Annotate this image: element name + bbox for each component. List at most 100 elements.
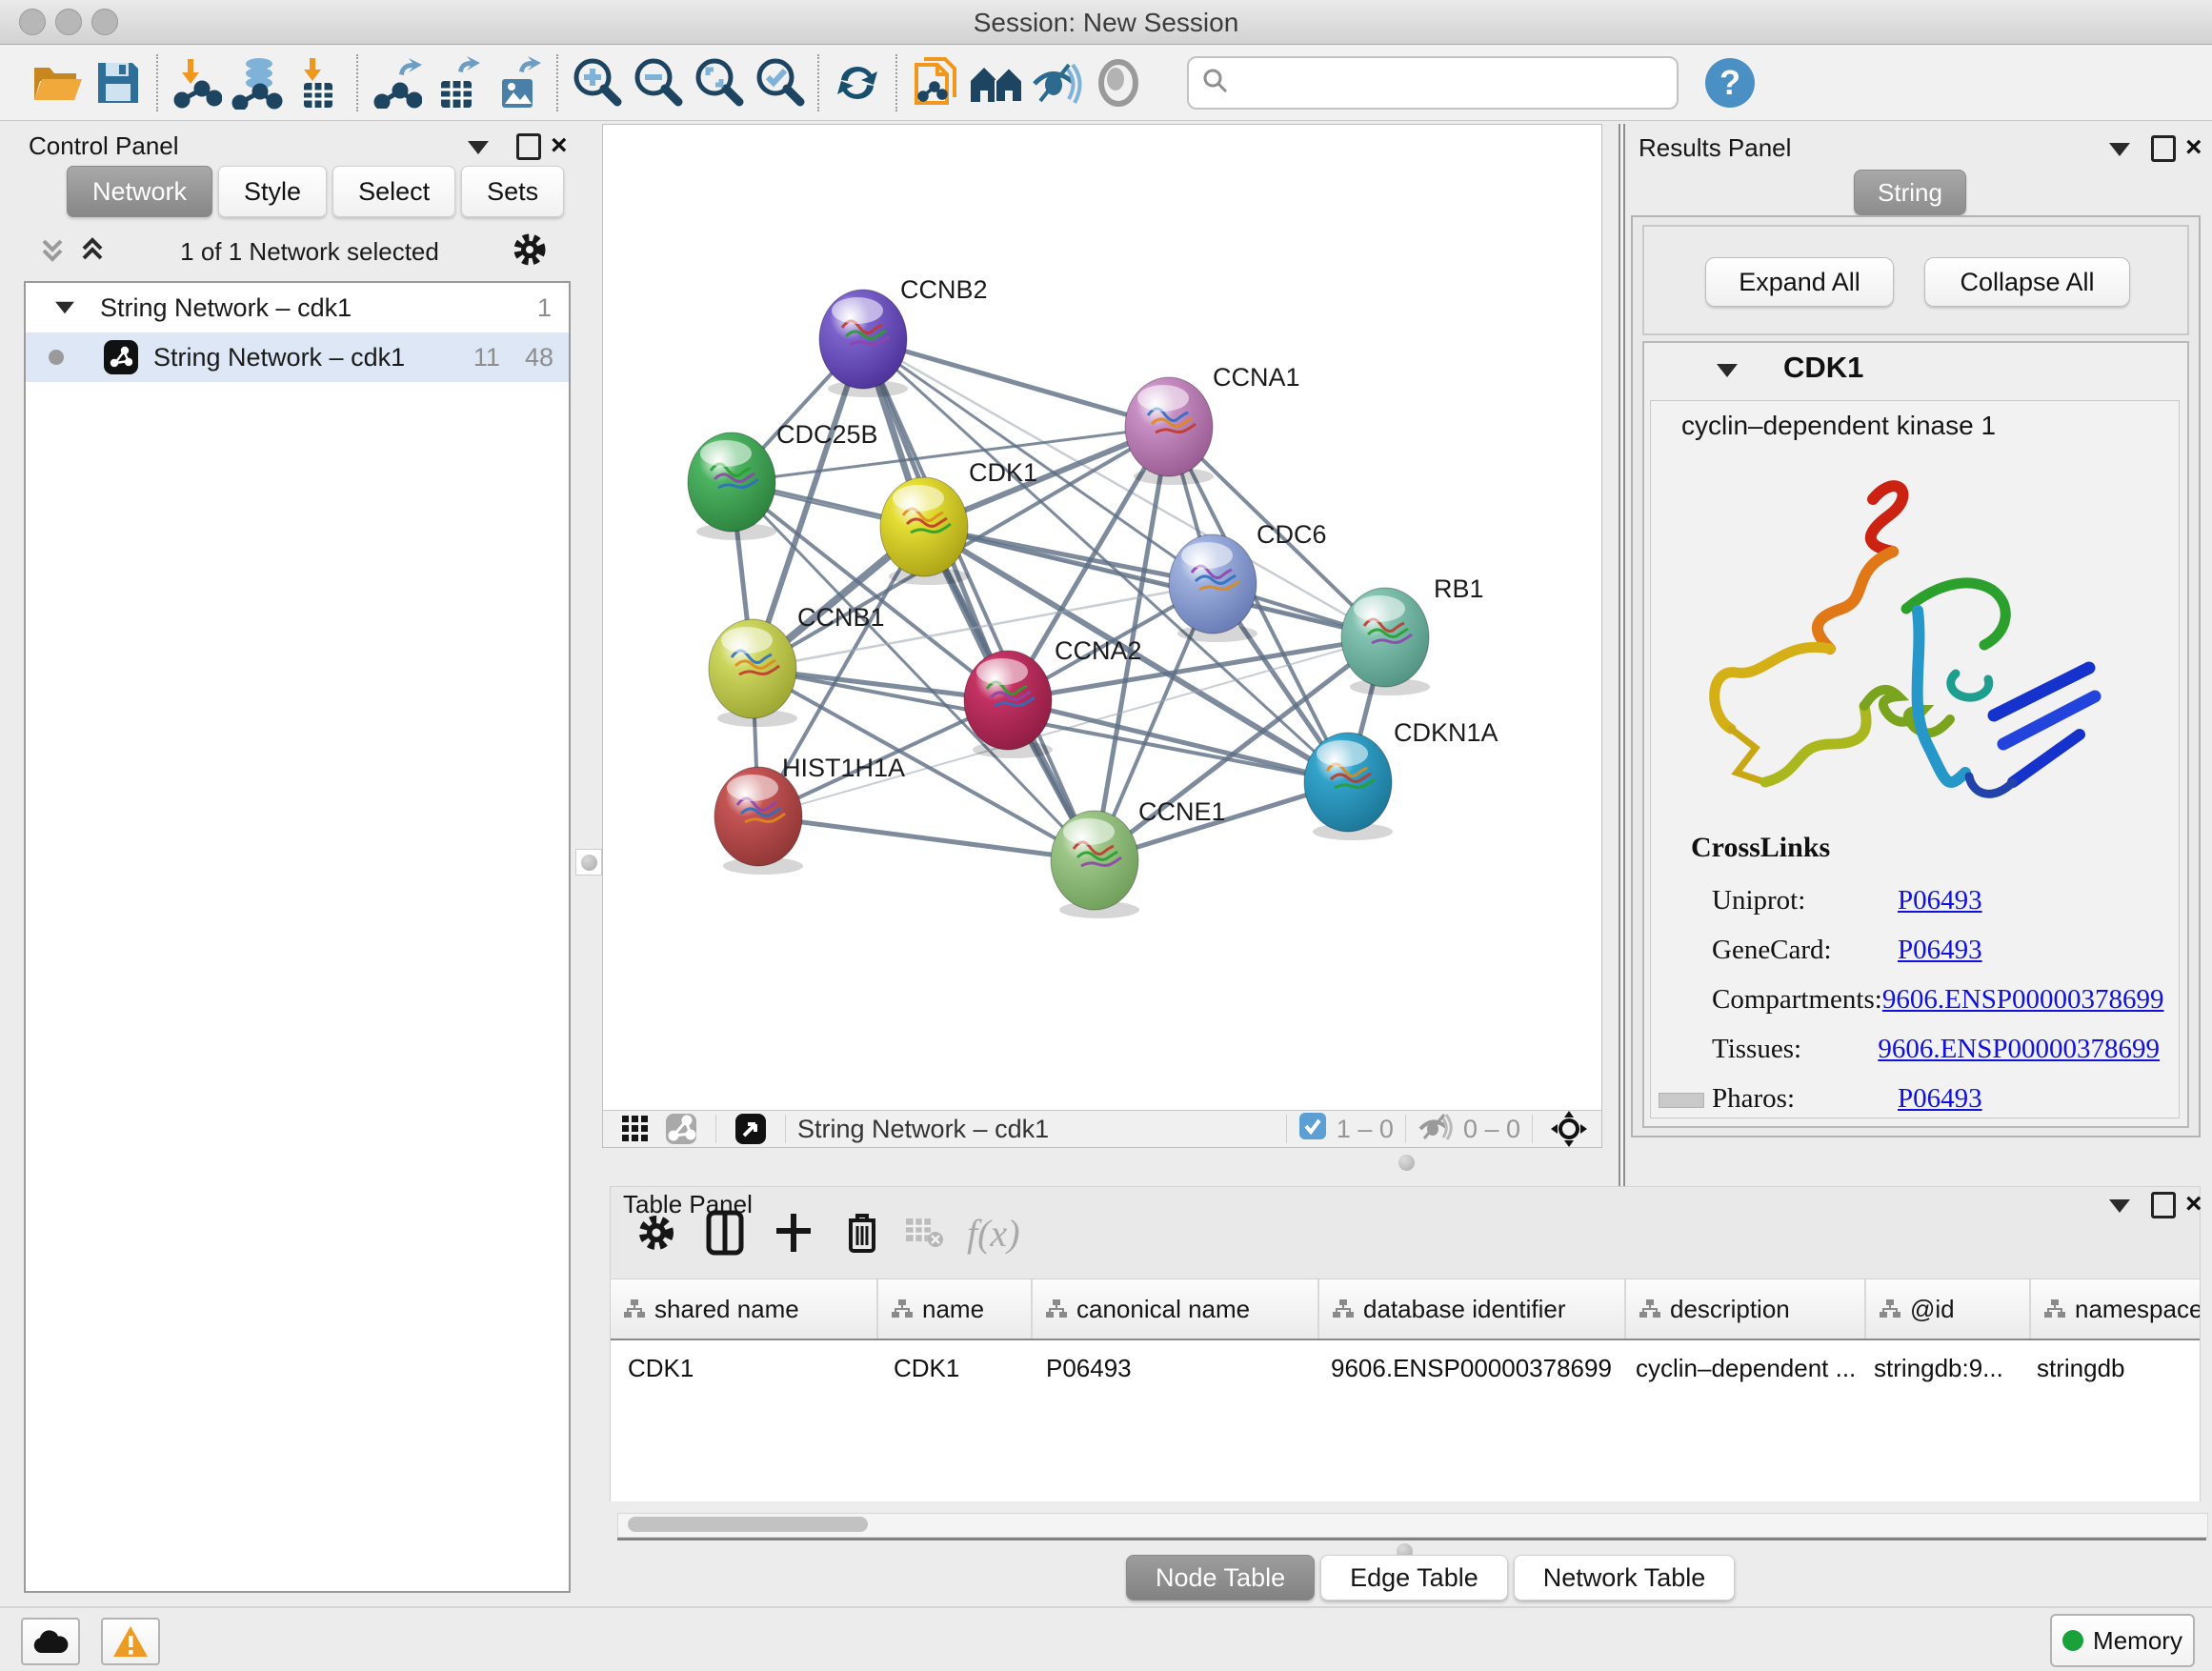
collapse-all-button[interactable]: Collapse All	[1924, 257, 2130, 307]
birdseye-view-icon[interactable]	[1088, 53, 1149, 112]
results-close-icon[interactable]: ×	[2185, 133, 2202, 162]
collapse-all-networks-icon[interactable]	[36, 233, 69, 271]
node-gloss-highlight	[721, 627, 773, 654]
table-cell[interactable]: 9606.ENSP00000378699	[1314, 1340, 1619, 1396]
crosslinks-list: Uniprot:P06493GeneCard:P06493Compartment…	[1712, 876, 2160, 1123]
search-box[interactable]	[1187, 56, 1679, 110]
panel-float-icon[interactable]	[516, 133, 541, 160]
import-network-from-database-icon[interactable]	[227, 53, 288, 112]
string-import-icon[interactable]	[905, 53, 966, 112]
crosshair-icon[interactable]	[1544, 1095, 1594, 1163]
delete-column-icon[interactable]	[828, 1198, 896, 1267]
crosslink-link[interactable]: 9606.ENSP00000378699	[1882, 984, 2164, 1016]
table-cell[interactable]: cyclin–dependent ...	[1619, 1340, 1857, 1396]
table-cell[interactable]: CDK1	[611, 1340, 876, 1396]
hidden-eye-icon[interactable]	[1418, 1112, 1454, 1147]
node-gloss-highlight	[893, 485, 944, 512]
refresh-layout-icon[interactable]	[827, 53, 888, 112]
network-edge[interactable]	[758, 816, 1095, 860]
column-header-description[interactable]: description	[1626, 1279, 1866, 1339]
node-label-CDC25B: CDC25B	[776, 420, 878, 449]
birdseye-toggle-icon[interactable]	[728, 1095, 774, 1163]
crosslink-link[interactable]: P06493	[1898, 885, 1982, 916]
zoom-in-icon[interactable]	[566, 53, 627, 112]
mini-scrollbar[interactable]	[1659, 1093, 1704, 1108]
column-header--id[interactable]: @id	[1866, 1279, 2031, 1339]
network-edge[interactable]	[1008, 700, 1348, 782]
open-session-icon[interactable]	[27, 53, 88, 112]
export-image-icon[interactable]	[488, 53, 549, 112]
add-column-icon[interactable]	[759, 1198, 828, 1267]
import-network-from-file-icon[interactable]	[166, 53, 227, 112]
results-splitter[interactable]	[1619, 124, 1625, 1186]
network-tree: String Network – cdk1 1 String Network –…	[24, 281, 571, 1593]
horizontal-splitter-handle[interactable]	[1398, 1155, 1415, 1171]
network-options-gear-icon[interactable]	[511, 231, 549, 273]
network-collection-row[interactable]: String Network – cdk1 1	[26, 283, 569, 332]
export-network-icon[interactable]	[366, 53, 427, 112]
column-header-database-identifier[interactable]: database identifier	[1319, 1279, 1626, 1339]
grid-mode-icon[interactable]	[613, 1095, 658, 1163]
selected-counts: 1 – 0	[1337, 1115, 1394, 1144]
crosslink-label: Pharos:	[1712, 1083, 1898, 1115]
table-float-icon[interactable]	[2151, 1192, 2176, 1218]
table-cell[interactable]: stringdb:9...	[1857, 1340, 2020, 1396]
search-input[interactable]	[1229, 67, 1642, 98]
table-row[interactable]: CDK1CDK1P064939606.ENSP00000378699cyclin…	[611, 1340, 2200, 1396]
network-share-icon[interactable]	[658, 1095, 704, 1163]
table-menu-icon[interactable]	[2109, 1199, 2130, 1213]
string-results-container: Expand All Collapse All CDK1 cyclin–depe…	[1631, 215, 2201, 1137]
cloud-button[interactable]	[21, 1618, 80, 1665]
table-close-icon[interactable]: ×	[2185, 1190, 2202, 1218]
tab-sets[interactable]: Sets	[461, 166, 564, 217]
entry-collapse-icon[interactable]	[1717, 364, 1738, 377]
network-view[interactable]: CCNB2CCNA1CDC25BCDK1CDC6RB1CCNB1CCNA2CDK…	[602, 124, 1602, 1148]
delete-table-icon	[896, 1198, 952, 1267]
graphics-details-eye-icon[interactable]	[1027, 53, 1088, 112]
warning-button[interactable]	[101, 1618, 160, 1665]
crosslink-link[interactable]: 9606.ENSP00000378699	[1878, 1034, 2160, 1065]
expand-all-networks-icon[interactable]	[76, 233, 109, 271]
table-hscrollbar-thumb[interactable]	[628, 1517, 868, 1532]
zoom-fit-icon[interactable]	[688, 53, 749, 112]
table-hscrollbar[interactable]	[617, 1513, 2208, 1538]
column-header-namespace[interactable]: namespace	[2031, 1279, 2201, 1339]
save-session-icon[interactable]	[88, 53, 149, 112]
tab-network-table[interactable]: Network Table	[1514, 1555, 1736, 1601]
collection-collapse-icon[interactable]	[55, 302, 74, 314]
tab-network[interactable]: Network	[67, 166, 212, 217]
help-icon[interactable]: ?	[1699, 53, 1760, 112]
column-header-name[interactable]: name	[878, 1279, 1033, 1339]
tab-select[interactable]: Select	[332, 166, 455, 217]
table-cell[interactable]: CDK1	[876, 1340, 1029, 1396]
memory-button[interactable]: Memory	[2050, 1614, 2195, 1667]
results-float-icon[interactable]	[2151, 135, 2176, 162]
tab-string[interactable]: String	[1854, 170, 1966, 215]
results-menu-icon[interactable]	[2109, 143, 2130, 156]
tab-node-table[interactable]: Node Table	[1126, 1555, 1315, 1601]
table-panel-border	[617, 1538, 2206, 1540]
table-cell[interactable]: stringdb	[2020, 1340, 2200, 1396]
selected-checkbox-icon[interactable]	[1298, 1112, 1327, 1147]
expand-all-button[interactable]: Expand All	[1705, 257, 1894, 307]
export-table-icon[interactable]	[427, 53, 488, 112]
crosslink-link[interactable]: P06493	[1898, 1083, 1982, 1115]
panel-menu-icon[interactable]	[468, 141, 489, 154]
svg-text:?: ?	[1719, 63, 1740, 102]
node-gloss-highlight	[976, 658, 1028, 685]
panel-close-icon[interactable]: ×	[551, 131, 568, 160]
tab-edge-table[interactable]: Edge Table	[1320, 1555, 1508, 1601]
tab-style[interactable]: Style	[218, 166, 327, 217]
zoom-out-icon[interactable]	[627, 53, 688, 112]
crosslink-label: Uniprot:	[1712, 885, 1898, 916]
column-header-shared-name[interactable]: shared name	[611, 1279, 878, 1339]
network-row-selected[interactable]: String Network – cdk1 11 48	[26, 332, 569, 382]
home-icon[interactable]	[966, 53, 1027, 112]
network-graph[interactable]: CCNB2CCNA1CDC25BCDK1CDC6RB1CCNB1CCNA2CDK…	[603, 125, 1599, 1110]
crosslink-link[interactable]: P06493	[1898, 935, 1982, 966]
import-table-from-file-icon[interactable]	[288, 53, 349, 112]
column-header-canonical-name[interactable]: canonical name	[1033, 1279, 1319, 1339]
table-cell[interactable]: P06493	[1029, 1340, 1314, 1396]
left-splitter-handle[interactable]	[575, 849, 602, 876]
zoom-selected-icon[interactable]	[749, 53, 810, 112]
